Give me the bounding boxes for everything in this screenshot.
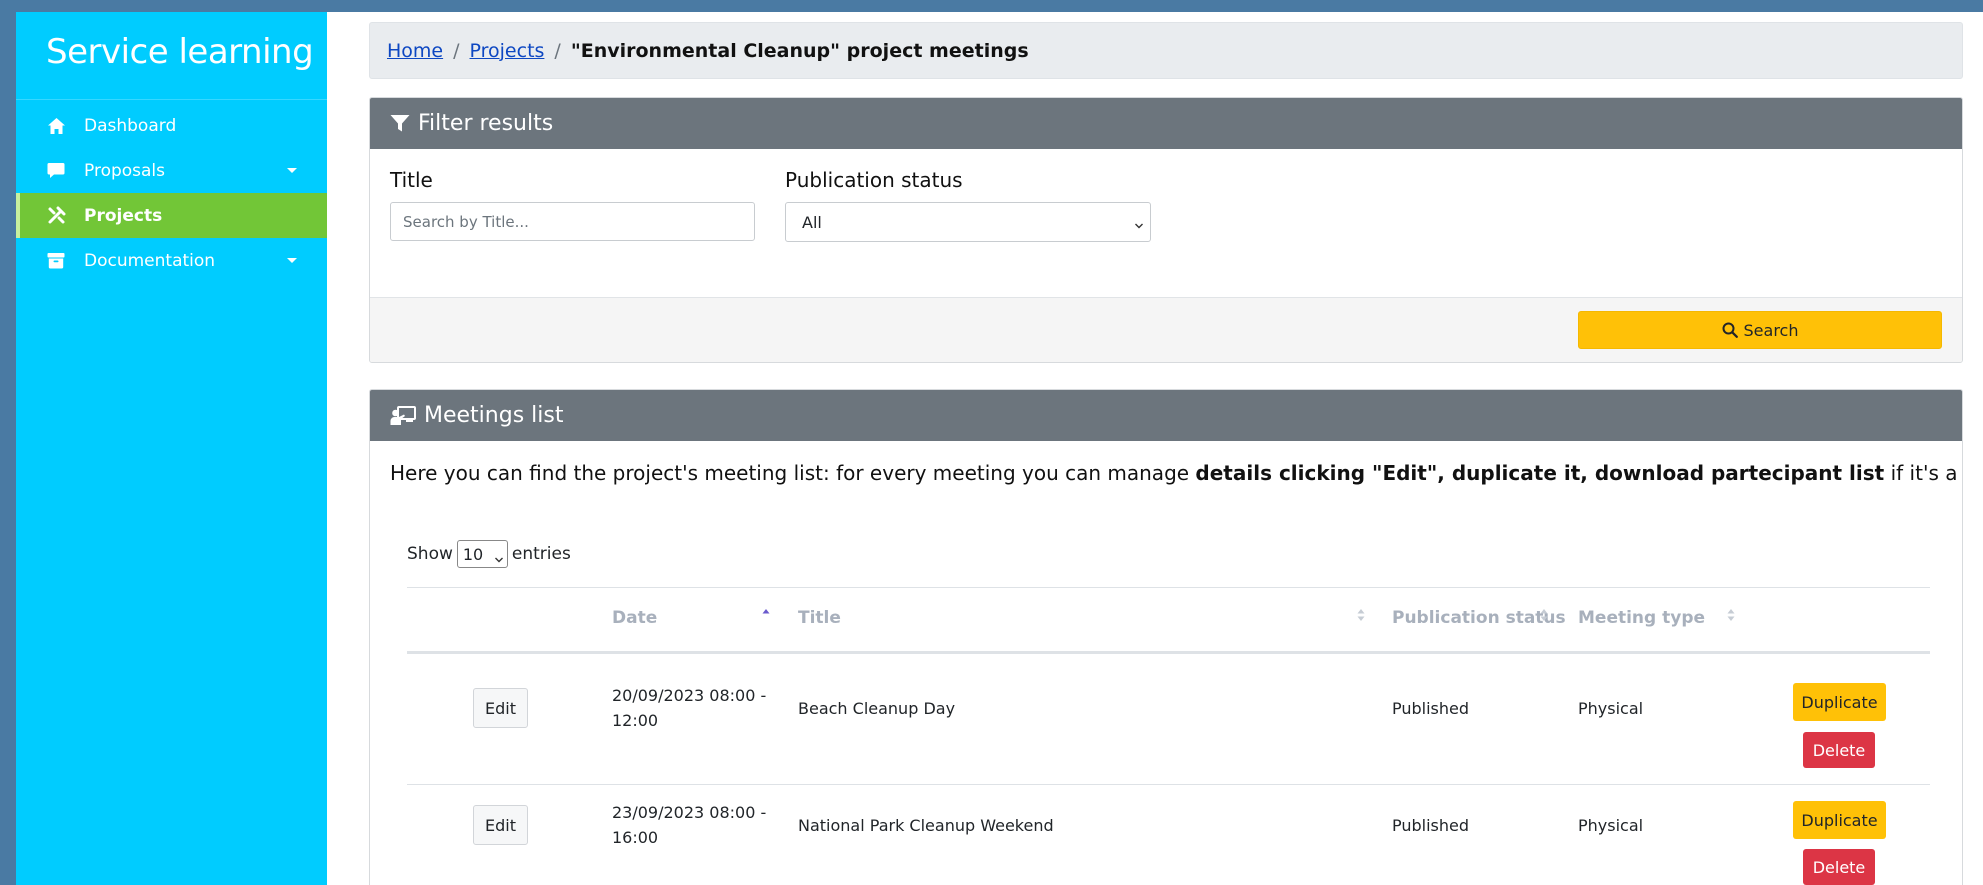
breadcrumb-projects-link[interactable]: Projects xyxy=(470,40,545,62)
publication-status-select[interactable]: All xyxy=(785,202,1151,242)
filter-icon xyxy=(390,114,410,133)
title-search-input[interactable] xyxy=(390,202,755,241)
sidebar-nav: Dashboard Proposals Projects Documentati… xyxy=(16,100,327,283)
entries-per-page-value: 10 xyxy=(462,544,484,564)
edit-button[interactable]: Edit xyxy=(473,688,528,728)
sidebar-item-documentation[interactable]: Documentation xyxy=(16,238,327,283)
row-divider xyxy=(407,784,1930,785)
breadcrumb-separator: / xyxy=(554,39,561,62)
sidebar-item-label: Dashboard xyxy=(84,115,177,136)
sort-icon[interactable] xyxy=(1727,607,1735,626)
meeting-date-end: 16:00 xyxy=(612,828,659,847)
sidebar-item-label: Projects xyxy=(84,205,163,226)
search-button-label: Search xyxy=(1743,320,1799,340)
filter-body: Title Publication status All xyxy=(370,149,1962,297)
intro-text: Here you can find the project's meeting … xyxy=(390,461,1196,485)
title-filter-label: Title xyxy=(390,168,433,192)
meeting-date-start: 23/09/2023 08:00 - xyxy=(612,803,767,822)
column-header-meeting-type[interactable]: Meeting type xyxy=(1578,608,1705,628)
meeting-date: 23/09/2023 08:00 - 16:00 xyxy=(612,800,766,850)
duplicate-button[interactable]: Duplicate xyxy=(1793,801,1886,839)
meeting-publication-status: Published xyxy=(1392,816,1470,835)
breadcrumb-home-link[interactable]: Home xyxy=(387,40,443,62)
meetings-card-header: Meetings list xyxy=(370,390,1962,441)
sidebar-item-proposals[interactable]: Proposals xyxy=(16,148,327,193)
main-content: Home / Projects / "Environmental Cleanup… xyxy=(327,12,1983,885)
caret-down-icon xyxy=(287,168,297,173)
breadcrumb: Home / Projects / "Environmental Cleanup… xyxy=(369,22,1963,79)
sort-icon[interactable] xyxy=(1357,607,1365,626)
filter-card: Filter results Title Publication status … xyxy=(369,97,1963,363)
show-label: Show xyxy=(407,544,453,564)
publication-status-label: Publication status xyxy=(785,168,963,192)
sidebar-item-label: Proposals xyxy=(84,160,166,181)
filter-footer: Search xyxy=(370,297,1962,362)
comment-icon xyxy=(46,161,66,181)
meeting-title: Beach Cleanup Day xyxy=(798,699,956,718)
table-header-divider xyxy=(407,651,1930,654)
meeting-title: National Park Cleanup Weekend xyxy=(798,816,1054,835)
entries-label: entries xyxy=(511,544,571,564)
filter-card-header: Filter results xyxy=(370,98,1962,149)
meeting-date-start: 20/09/2023 08:00 - xyxy=(612,686,767,705)
chevron-down-icon xyxy=(1134,216,1144,235)
home-icon xyxy=(46,116,66,136)
sidebar: Service learning Dashboard Proposals Pro… xyxy=(16,12,327,885)
sidebar-item-label: Documentation xyxy=(84,250,216,271)
column-header-title[interactable]: Title xyxy=(798,608,841,628)
delete-button[interactable]: Delete xyxy=(1803,732,1875,768)
delete-button[interactable]: Delete xyxy=(1803,849,1875,885)
meetings-intro: Here you can find the project's meeting … xyxy=(390,461,1962,485)
search-icon xyxy=(1722,322,1738,338)
chalkboard-teacher-icon xyxy=(390,405,416,426)
sidebar-item-projects[interactable]: Projects xyxy=(16,193,327,238)
meeting-type: Physical xyxy=(1578,816,1644,835)
edit-button[interactable]: Edit xyxy=(473,805,528,845)
sort-ascending-icon[interactable] xyxy=(762,607,770,626)
meeting-date: 20/09/2023 08:00 - 12:00 xyxy=(612,683,766,733)
entries-per-page-select[interactable]: 10 xyxy=(456,540,508,569)
meetings-card-title: Meetings list xyxy=(424,403,564,428)
meeting-publication-status: Published xyxy=(1392,699,1470,718)
intro-bold-text: details clicking "Edit", duplicate it, d… xyxy=(1195,461,1885,485)
entries-length-control: Show 10 entries xyxy=(407,540,571,568)
breadcrumb-current: "Environmental Cleanup" project meetings xyxy=(570,39,1029,62)
duplicate-button[interactable]: Duplicate xyxy=(1793,683,1886,721)
intro-suffix-text: if it's a virtual meeting. xyxy=(1890,461,1962,485)
search-button[interactable]: Search xyxy=(1578,311,1942,349)
archive-icon xyxy=(46,251,66,271)
meetings-card: Meetings list Here you can find the proj… xyxy=(369,389,1963,885)
meeting-date-end: 12:00 xyxy=(612,711,659,730)
caret-down-icon xyxy=(287,258,297,263)
filter-card-title: Filter results xyxy=(418,111,554,136)
breadcrumb-separator: / xyxy=(453,39,460,62)
chevron-down-icon xyxy=(494,550,504,569)
meeting-type: Physical xyxy=(1578,699,1644,718)
app-brand[interactable]: Service learning xyxy=(16,12,327,100)
tools-icon xyxy=(46,206,66,226)
sidebar-item-dashboard[interactable]: Dashboard xyxy=(16,103,327,148)
publication-status-value: All xyxy=(802,212,822,232)
column-header-date[interactable]: Date xyxy=(612,608,657,628)
table-top-divider xyxy=(407,587,1930,588)
sort-icon[interactable] xyxy=(1540,607,1548,626)
